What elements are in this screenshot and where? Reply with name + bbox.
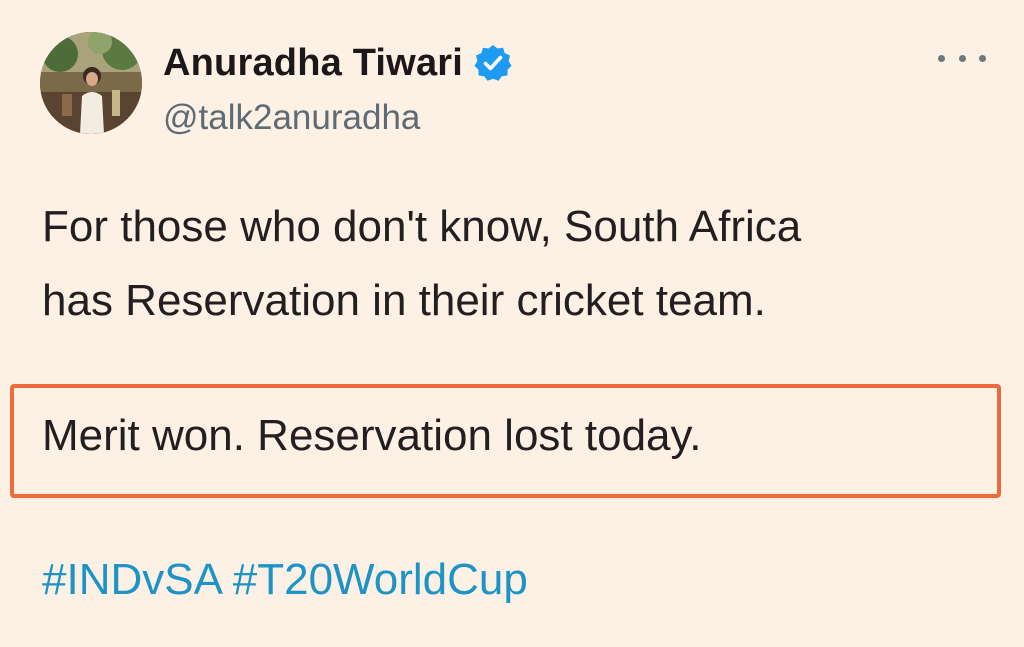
hashtags: #INDvSA #T20WorldCup <box>42 550 528 610</box>
more-dot <box>938 54 945 62</box>
avatar[interactable] <box>40 32 142 134</box>
author-handle[interactable]: @talk2anuradha <box>163 98 420 138</box>
tweet-body: For those who don't know, South Africa h… <box>42 190 982 338</box>
hashtag-link[interactable]: #INDvSA <box>42 555 221 604</box>
tweet-text-line: For those who don't know, South Africa <box>42 202 802 251</box>
verified-badge-icon[interactable] <box>473 43 513 83</box>
more-dot <box>979 54 986 62</box>
more-dot <box>958 54 966 62</box>
tweet-card: Anuradha Tiwari @talk2anuradha For those… <box>0 0 1024 647</box>
tweet-text-line: has Reservation in their cricket team. <box>42 276 766 325</box>
highlighted-text: Merit won. Reservation lost today. <box>42 411 702 460</box>
author-name[interactable]: Anuradha Tiwari <box>163 42 463 85</box>
author-name-row: Anuradha Tiwari <box>163 40 513 86</box>
more-options-icon[interactable] <box>938 44 986 72</box>
avatar-image <box>40 32 142 134</box>
hashtag-link[interactable]: #T20WorldCup <box>233 555 528 604</box>
